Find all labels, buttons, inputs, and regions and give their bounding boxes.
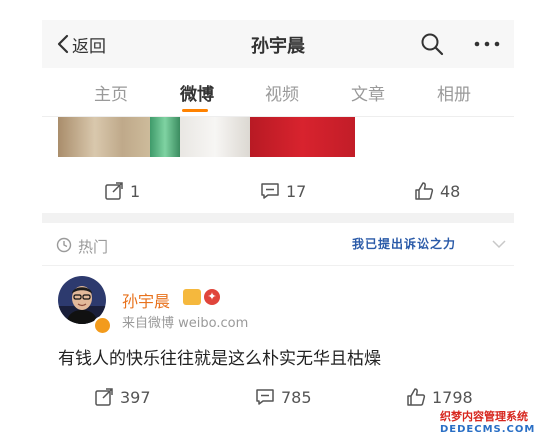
thumbs-up-icon [407, 388, 426, 406]
profile-tabs: 主页 微博 视频 文章 相册 [42, 68, 514, 117]
left-gutter [0, 0, 42, 445]
repost-button[interactable]: 397 [94, 378, 151, 416]
post1-actions: 1 17 48 [42, 172, 514, 210]
hot-separator [42, 265, 514, 266]
tab-album[interactable]: 相册 [437, 80, 471, 105]
tab-video[interactable]: 视频 [265, 80, 299, 105]
repost-icon [105, 182, 123, 200]
verified-badge-icon [93, 316, 112, 335]
active-tab-indicator [182, 109, 208, 112]
repost-count: 1 [130, 181, 141, 201]
thumbs-up-icon [415, 182, 434, 200]
site-watermark: 织梦内容管理系统 DEDECMS.COM [440, 410, 550, 436]
tab-weibo[interactable]: 微博 [180, 80, 214, 105]
right-gutter [514, 0, 550, 445]
vip-crown-icon [183, 289, 201, 305]
chevron-down-icon[interactable] [492, 239, 506, 249]
comment-icon [261, 183, 279, 199]
hot-label: 热门 [78, 238, 109, 256]
comment-button[interactable]: 17 [260, 172, 306, 210]
weibo-profile-panel: 返回 孙宇晨 主页 微博 视频 文章 相册 1 17 48 热门 我已提出诉讼之… [42, 0, 514, 445]
like-count: 1798 [432, 387, 473, 407]
like-count: 48 [440, 181, 461, 201]
tab-articles[interactable]: 文章 [351, 80, 385, 105]
hot-sticker: 我已提出诉讼之力 [352, 235, 456, 252]
repost-icon [95, 388, 113, 406]
comment-count: 785 [281, 387, 312, 407]
comment-count: 17 [286, 181, 307, 201]
comment-button[interactable]: 785 [255, 378, 312, 416]
more-icon[interactable] [472, 32, 502, 56]
watermark-line-1: 织梦内容管理系统 [440, 410, 528, 423]
like-button[interactable]: 48 [414, 172, 460, 210]
watermark-line-2: DEDECMS.COM [440, 424, 536, 435]
repost-button[interactable]: 1 [104, 172, 140, 210]
tab-home[interactable]: 主页 [94, 80, 128, 105]
hot-clock-icon [56, 237, 72, 253]
post-image[interactable] [58, 117, 355, 157]
hot-header: 热门 我已提出诉讼之力 [42, 229, 514, 263]
nav-bar: 返回 孙宇晨 [42, 20, 514, 68]
member-level-icon: ✦ [204, 289, 220, 305]
repost-count: 397 [120, 387, 151, 407]
post-divider [42, 213, 514, 223]
sticker-text: 我已提出诉讼之力 [352, 237, 457, 251]
author-badges: ✦ [183, 289, 220, 305]
post-text: 有钱人的快乐往往就是这么朴实无华且枯燥 [58, 349, 381, 369]
author-name[interactable]: 孙宇晨 [122, 288, 170, 312]
search-icon[interactable] [420, 32, 444, 56]
comment-icon [256, 389, 274, 405]
post-source: 来自微博 weibo.com [122, 316, 249, 331]
